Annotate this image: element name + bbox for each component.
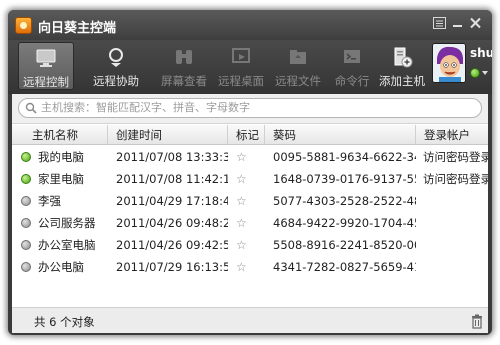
host-name: 家里电脑	[38, 172, 84, 186]
host-name: 办公电脑	[38, 260, 84, 274]
object-count: 共 6 个对象	[34, 315, 95, 329]
star-icon[interactable]: ☆	[236, 212, 247, 234]
monitor-icon	[36, 49, 56, 67]
command-line-button[interactable]: 命令行	[324, 42, 380, 90]
star-icon[interactable]: ☆	[236, 234, 247, 256]
column-header-code[interactable]: 葵码	[265, 125, 416, 145]
login-account	[423, 190, 488, 212]
add-host-button[interactable]: 添加主机	[374, 42, 430, 90]
offline-status-icon	[21, 218, 31, 228]
login-account: 访问密码登录	[423, 172, 488, 186]
remote-desktop-label: 远程桌面	[218, 74, 264, 88]
online-status-icon[interactable]	[470, 68, 480, 78]
table-row[interactable]: 我的电脑 2011/07/08 13:33:30 ☆ 0095-5881-9634-6…	[12, 146, 488, 168]
remote-assist-button[interactable]: 远程协助	[88, 42, 144, 90]
menu-icon[interactable]	[433, 17, 446, 29]
table-row[interactable]: 公司服务器 2011/04/26 09:48:20 ☆ 4684-9422-9920-…	[12, 212, 488, 234]
trash-icon[interactable]	[471, 314, 483, 329]
search-icon	[25, 102, 37, 114]
login-account	[423, 256, 488, 278]
host-code: 5508-8916-2241-8520-0041	[273, 238, 416, 252]
star-icon[interactable]: ☆	[236, 256, 247, 278]
star-icon[interactable]: ☆	[236, 146, 247, 168]
add-host-icon	[394, 47, 413, 68]
window-title: 向日葵主控端	[38, 21, 117, 36]
assist-icon	[109, 48, 123, 67]
avatar[interactable]	[432, 43, 466, 83]
created-time: 2011/04/29 17:18:47	[116, 194, 228, 208]
sunflower-logo-icon	[15, 17, 32, 34]
column-header-created[interactable]: 创建时间	[108, 125, 228, 145]
binoculars-icon	[176, 50, 192, 64]
folder-transfer-icon	[290, 50, 306, 64]
screen-view-button[interactable]: 屏幕查看	[156, 42, 212, 90]
login-account	[423, 234, 488, 256]
host-code: 4684-9422-9920-1704-4516	[273, 216, 416, 230]
star-icon[interactable]: ☆	[236, 190, 247, 212]
offline-status-icon	[21, 196, 31, 206]
terminal-icon	[344, 50, 360, 63]
search-input[interactable]: 主机搜索：智能匹配汉字、拼音、字母数字	[18, 98, 482, 118]
host-code: 1648-0739-0176-9137-5549	[273, 172, 416, 186]
host-code: 0095-5881-9634-6622-3466	[273, 150, 416, 164]
table-row[interactable]: 李强 2011/04/29 17:18:47 ☆ 5077-4303-2528-252…	[12, 190, 488, 212]
created-time: 2011/04/26 09:48:20	[116, 216, 228, 230]
remote-assist-label: 远程协助	[93, 74, 139, 88]
remote-control-button[interactable]: 远程控制	[18, 42, 74, 90]
main-window: 向日葵主控端 远程控制 远程协助 屏幕查看 远程桌面 远程文件 命令行 添加主机…	[8, 10, 492, 335]
offline-status-icon	[21, 262, 31, 272]
host-code: 5077-4303-2528-2522-4817	[273, 194, 416, 208]
offline-status-icon	[21, 240, 31, 250]
table-header: 主机名称 创建时间 标记 葵码 登录帐户	[12, 125, 488, 145]
created-time: 2011/07/29 16:13:53	[116, 260, 228, 274]
created-time: 2011/07/08 11:42:14	[116, 172, 228, 186]
column-header-mark[interactable]: 标记	[228, 125, 265, 145]
online-status-icon	[21, 152, 31, 162]
table-row[interactable]: 办公室电脑 2011/04/26 09:42:53 ☆ 5508-8916-2241-…	[12, 234, 488, 256]
table-row[interactable]: 家里电脑 2011/07/08 11:42:14 ☆ 1648-0739-0176-9…	[12, 168, 488, 190]
title-bar[interactable]: 向日葵主控端	[8, 10, 492, 40]
remote-control-label: 远程控制	[23, 75, 69, 89]
host-code: 4341-7282-0827-5659-4156	[273, 260, 416, 274]
created-time: 2011/04/26 09:42:53	[116, 238, 228, 252]
login-account	[423, 212, 488, 234]
remote-desktop-button[interactable]: 远程桌面	[213, 42, 269, 90]
remote-file-label: 远程文件	[275, 74, 321, 88]
screen-view-label: 屏幕查看	[161, 74, 207, 88]
table-row[interactable]: 办公电脑 2011/07/29 16:13:53 ☆ 4341-7282-0827-5…	[12, 256, 488, 278]
column-header-account[interactable]: 登录帐户	[416, 125, 488, 145]
close-icon[interactable]	[469, 17, 482, 29]
host-name: 公司服务器	[38, 216, 96, 230]
username: shu	[470, 46, 492, 60]
command-line-label: 命令行	[334, 74, 370, 88]
login-account: 访问密码登录	[423, 150, 488, 164]
status-bar: 共 6 个对象	[12, 307, 488, 333]
search-bar: 主机搜索：智能匹配汉字、拼音、字母数字	[12, 94, 488, 124]
minimize-icon[interactable]	[451, 17, 464, 29]
host-name: 办公室电脑	[38, 238, 96, 252]
host-list-panel: 主机搜索：智能匹配汉字、拼音、字母数字 主机名称 创建时间 标记 葵码 登录帐户…	[12, 94, 488, 315]
column-header-name[interactable]: 主机名称	[12, 125, 108, 145]
created-time: 2011/07/08 13:33:30	[116, 150, 228, 164]
star-icon[interactable]: ☆	[236, 168, 247, 190]
chevron-down-icon[interactable]	[482, 71, 488, 75]
online-status-icon	[21, 174, 31, 184]
user-avatar-icon	[433, 44, 465, 82]
host-name: 我的电脑	[38, 150, 84, 164]
host-name: 李强	[38, 194, 61, 208]
remote-desktop-icon	[232, 48, 250, 63]
toolbar: 远程控制 远程协助 屏幕查看 远程桌面 远程文件 命令行 添加主机 shu	[8, 40, 492, 94]
remote-file-button[interactable]: 远程文件	[270, 42, 326, 90]
add-host-label: 添加主机	[379, 74, 425, 88]
